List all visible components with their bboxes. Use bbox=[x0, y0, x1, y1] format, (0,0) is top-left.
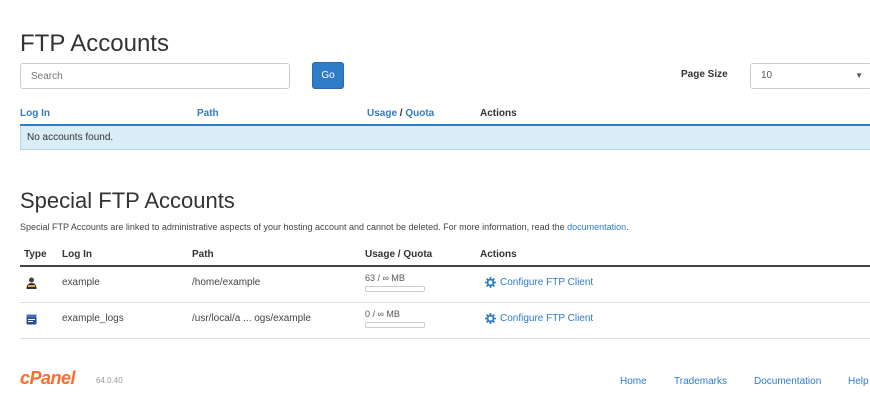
empty-accounts-message: No accounts found. bbox=[20, 126, 870, 150]
usage-bar bbox=[365, 322, 425, 328]
column-path: Path bbox=[192, 249, 214, 260]
gear-icon bbox=[485, 313, 496, 324]
column-login-sort[interactable]: Log In bbox=[20, 108, 50, 119]
column-type: Type bbox=[24, 249, 47, 260]
page-title: FTP Accounts bbox=[20, 30, 169, 57]
special-ftp-table-header: Type Log In Path Usage / Quota Actions bbox=[20, 246, 870, 264]
footer-link-help[interactable]: Help bbox=[848, 376, 869, 387]
gear-icon bbox=[485, 277, 496, 288]
column-path-sort[interactable]: Path bbox=[197, 108, 219, 119]
footer: cPanel 64.0.40 Home Trademarks Documenta… bbox=[20, 368, 870, 388]
description-text: Special FTP Accounts are linked to admin… bbox=[20, 222, 568, 232]
footer-link-home[interactable]: Home bbox=[620, 376, 647, 387]
table-row: example_logs /usr/local/a ... ogs/exampl… bbox=[20, 303, 870, 339]
user-icon bbox=[26, 277, 37, 289]
usage-bar bbox=[365, 286, 425, 292]
version-label: 64.0.40 bbox=[96, 376, 123, 385]
configure-ftp-client-label: Configure FTP Client bbox=[500, 313, 594, 324]
column-usage-quota: Usage / Quota bbox=[367, 108, 434, 119]
documentation-link[interactable]: documentation bbox=[567, 222, 626, 232]
ftp-accounts-table-header: Log In Path Usage / Quota Actions bbox=[20, 104, 870, 124]
page-size-label: Page Size bbox=[681, 69, 728, 80]
logs-icon bbox=[26, 313, 37, 325]
column-actions: Actions bbox=[480, 249, 517, 260]
configure-ftp-client-label: Configure FTP Client bbox=[500, 277, 594, 288]
special-ftp-title: Special FTP Accounts bbox=[20, 188, 235, 213]
path-cell: /usr/local/a ... ogs/example bbox=[192, 313, 311, 324]
footer-link-documentation[interactable]: Documentation bbox=[754, 376, 821, 387]
page-size-value: 10 bbox=[761, 70, 773, 81]
configure-ftp-client-link[interactable]: Configure FTP Client bbox=[485, 277, 593, 288]
caret-down-icon: ▼ bbox=[855, 71, 863, 80]
usage-text: 0 / ∞ MB bbox=[365, 309, 400, 319]
footer-link-trademarks[interactable]: Trademarks bbox=[674, 376, 727, 387]
login-cell: example_logs bbox=[62, 313, 124, 324]
description-end: . bbox=[626, 222, 629, 232]
column-login: Log In bbox=[62, 249, 92, 260]
login-cell: example bbox=[62, 277, 100, 288]
column-usage-sort[interactable]: Usage bbox=[367, 108, 397, 119]
column-quota-sort[interactable]: Quota bbox=[405, 108, 434, 119]
go-button[interactable]: Go bbox=[312, 62, 344, 89]
table-row: example /home/example 63 / ∞ MB Configur… bbox=[20, 267, 870, 303]
usage-quota-cell: 63 / ∞ MB bbox=[365, 273, 425, 292]
usage-quota-cell: 0 / ∞ MB bbox=[365, 309, 425, 328]
special-ftp-description: Special FTP Accounts are linked to admin… bbox=[20, 222, 629, 232]
path-cell: /home/example bbox=[192, 277, 261, 288]
column-usage-quota: Usage / Quota bbox=[365, 249, 433, 260]
configure-ftp-client-link[interactable]: Configure FTP Client bbox=[485, 313, 593, 324]
usage-text: 63 / ∞ MB bbox=[365, 273, 405, 283]
page-size-select[interactable]: 10 ▼ bbox=[750, 63, 870, 89]
search-input[interactable] bbox=[20, 63, 290, 89]
cpanel-logo[interactable]: cPanel bbox=[20, 368, 76, 389]
column-actions: Actions bbox=[480, 108, 517, 119]
